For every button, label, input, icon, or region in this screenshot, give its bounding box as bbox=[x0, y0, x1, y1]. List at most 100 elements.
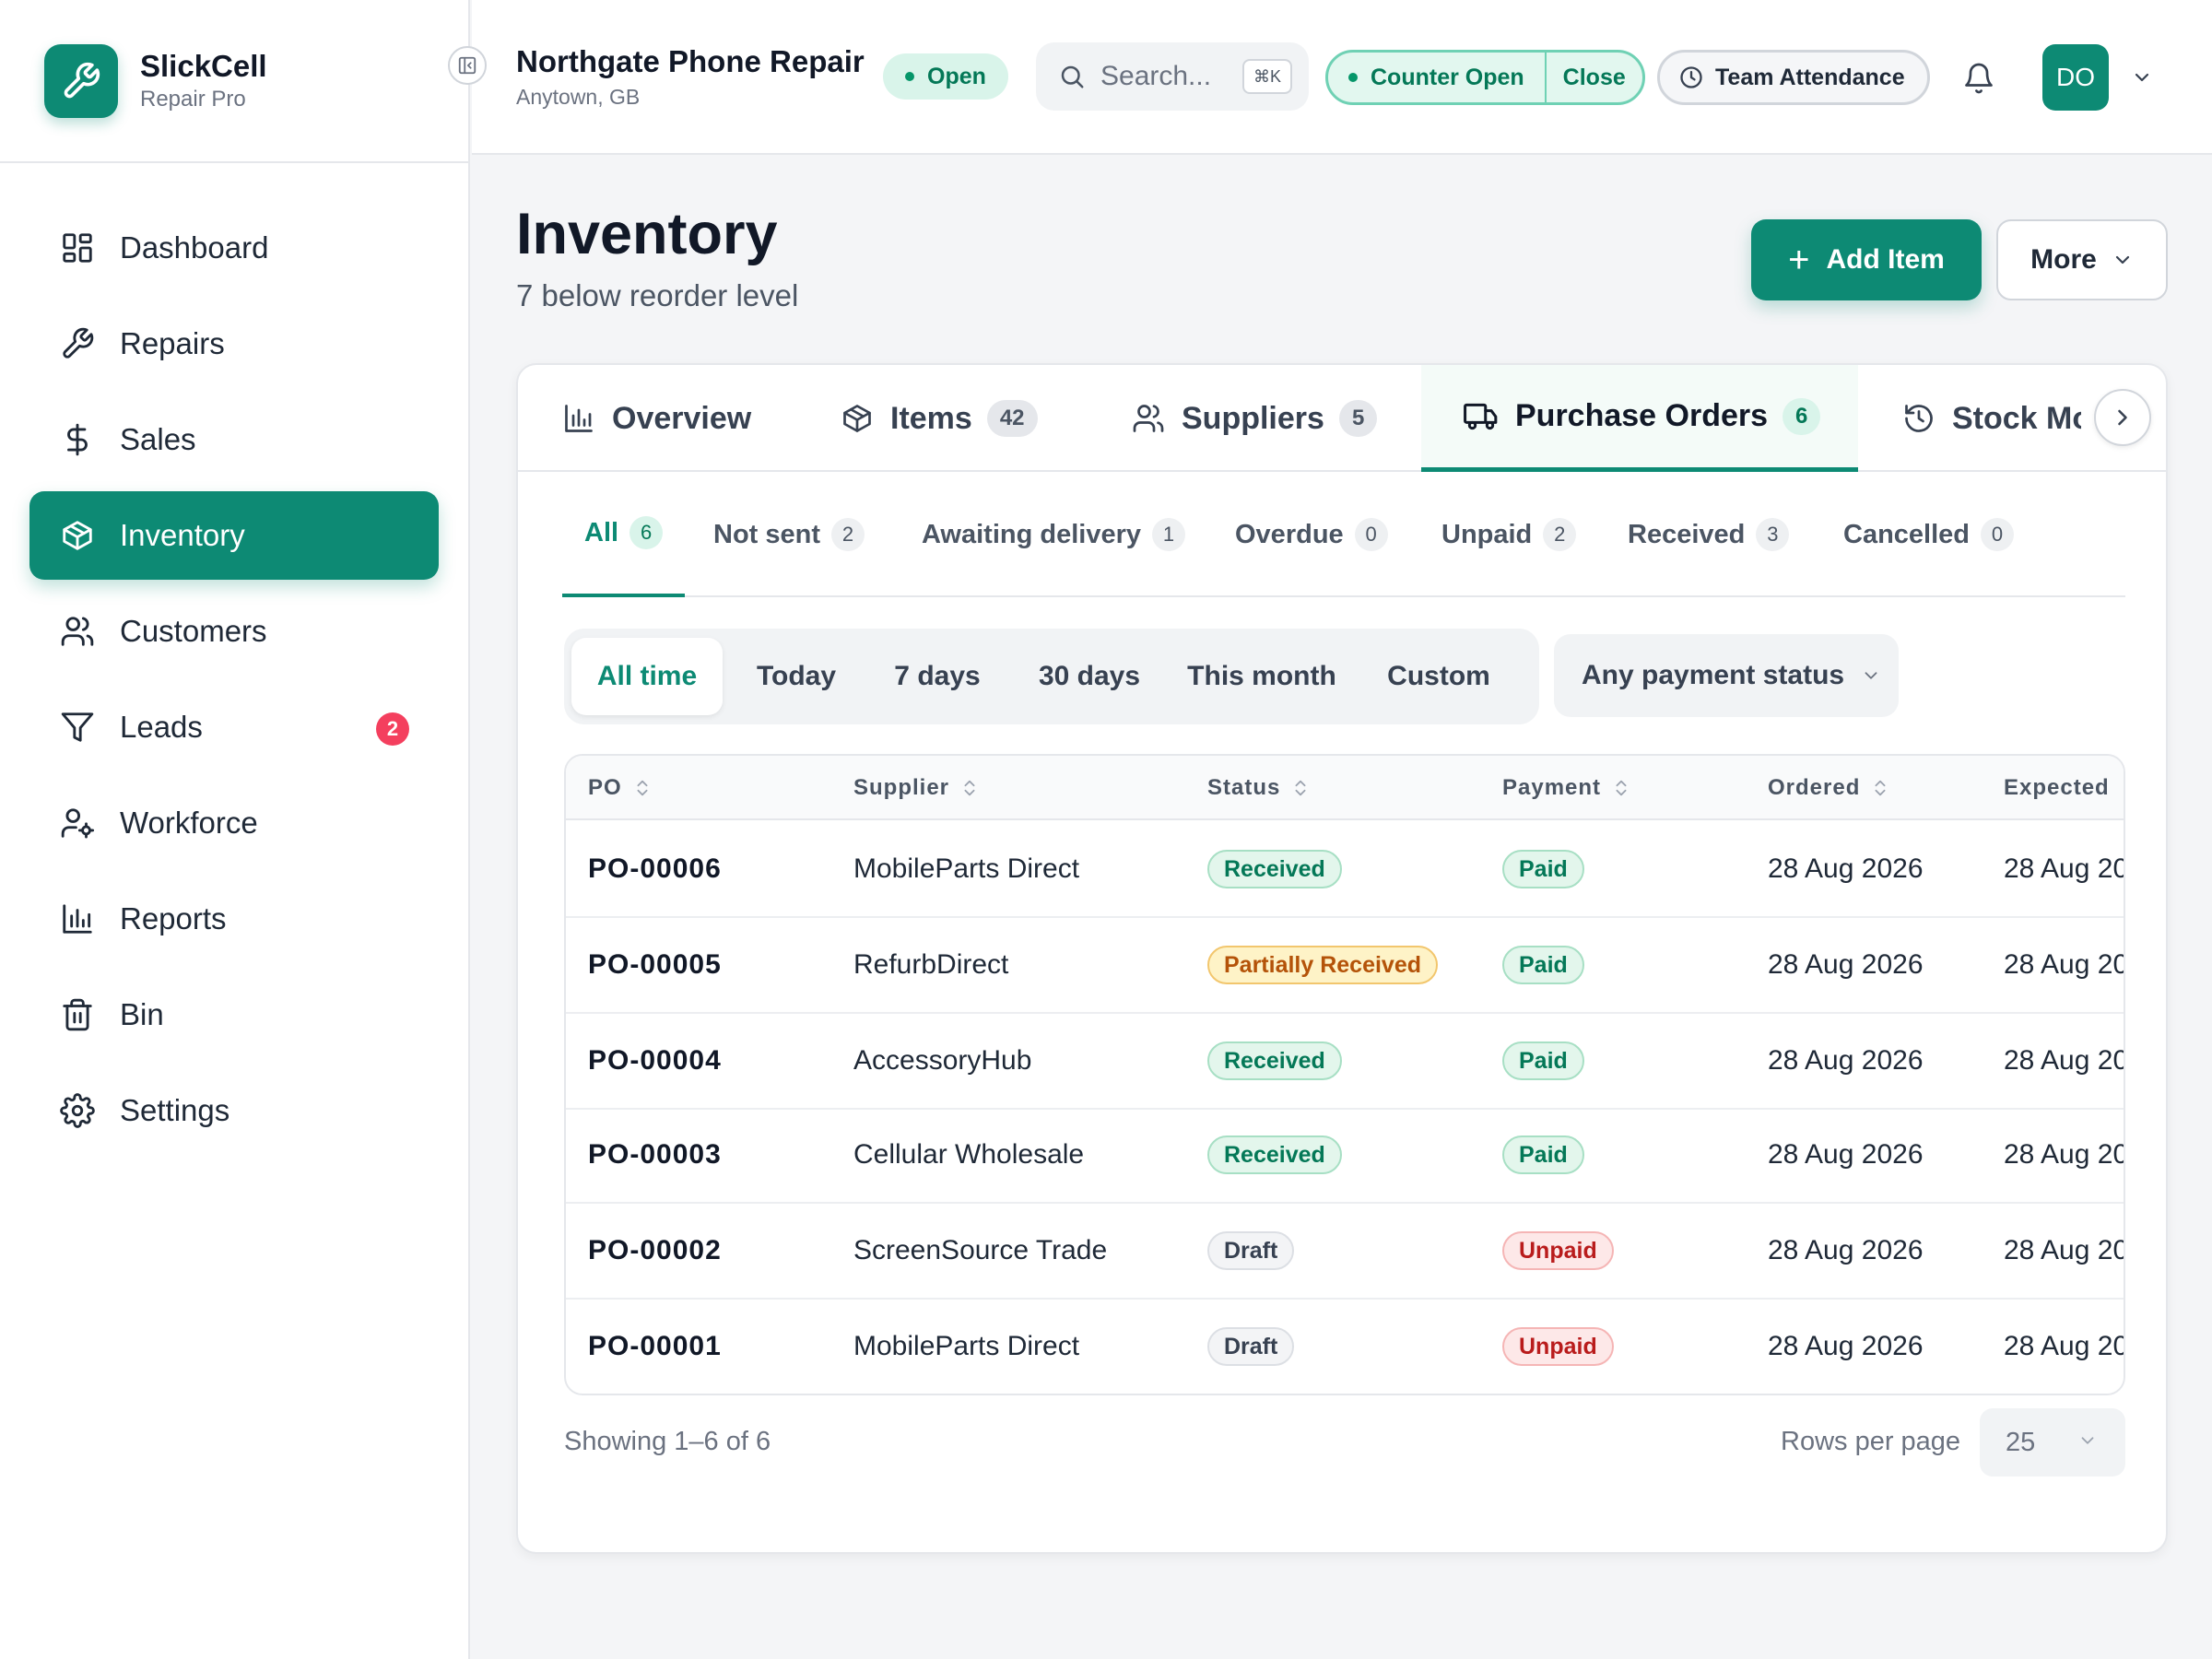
rows-per-page-select[interactable]: 25 bbox=[1980, 1408, 2125, 1477]
status-cell: Received bbox=[1207, 822, 1342, 916]
status-badge: Draft bbox=[1207, 1327, 1295, 1366]
ordered-date: 28 Aug 2026 bbox=[1768, 1045, 1924, 1076]
range-7-days[interactable]: 7 days bbox=[868, 638, 1006, 715]
bar-chart-icon bbox=[562, 402, 595, 435]
table-row[interactable]: PO-00001 MobileParts Direct Draft Unpaid 28 … bbox=[566, 1300, 2125, 1394]
tab-stock-movements[interactable]: Stock Mo bbox=[1902, 365, 2091, 472]
supplier-name: MobileParts Direct bbox=[853, 853, 1080, 884]
subtab-not-sent[interactable]: Not sent 2 bbox=[713, 472, 865, 597]
notifications-button[interactable] bbox=[1956, 55, 2002, 101]
plus-icon: + bbox=[1788, 240, 1810, 280]
column-header-expected[interactable]: Expected bbox=[2004, 756, 2110, 820]
payment-cell: Paid bbox=[1502, 822, 1584, 916]
po-number[interactable]: PO-00004 bbox=[588, 1014, 722, 1108]
purchase-orders-table: PO Supplier Status Payment Ordered Expec… bbox=[564, 754, 2125, 1395]
sort-icon bbox=[1612, 778, 1630, 798]
range-all-time[interactable]: All time bbox=[571, 638, 723, 715]
range-this-month[interactable]: This month bbox=[1172, 638, 1351, 715]
wrench-icon bbox=[59, 325, 96, 362]
po-number[interactable]: PO-00003 bbox=[588, 1108, 722, 1202]
inventory-card: Overview Items 42 Suppliers 5 Purchase O… bbox=[516, 363, 2168, 1554]
po-number[interactable]: PO-00006 bbox=[588, 822, 722, 916]
rows-per-page-value: 25 bbox=[2006, 1427, 2036, 1457]
shop-location: Anytown, GB bbox=[516, 85, 641, 109]
tab-label: Stock Mo bbox=[1952, 400, 2092, 436]
tab-overview[interactable]: Overview bbox=[562, 365, 751, 472]
column-header-supplier[interactable]: Supplier bbox=[853, 756, 979, 820]
counter-status-control: Counter Open Close bbox=[1325, 50, 1645, 105]
search-placeholder: Search... bbox=[1100, 61, 1212, 91]
tab-purchase-orders[interactable]: Purchase Orders 6 bbox=[1421, 365, 1858, 472]
payment-badge: Unpaid bbox=[1502, 1327, 1614, 1366]
column-header-po[interactable]: PO bbox=[588, 756, 652, 820]
status-badge: Received bbox=[1207, 850, 1342, 888]
range-30-days[interactable]: 30 days bbox=[1012, 638, 1167, 715]
subtab-cancelled[interactable]: Cancelled 0 bbox=[1843, 472, 2014, 597]
counter-open-indicator: Counter Open bbox=[1328, 53, 1547, 102]
shop-name: Northgate Phone Repair bbox=[516, 44, 865, 78]
team-attendance-button[interactable]: Team Attendance bbox=[1657, 50, 1930, 105]
subtab-all[interactable]: All 6 bbox=[562, 472, 686, 597]
subtab-unpaid[interactable]: Unpaid 2 bbox=[1441, 472, 1577, 597]
bell-icon bbox=[1962, 62, 1995, 95]
tabs-scroll-right-button[interactable] bbox=[2094, 389, 2151, 446]
sidebar-item-label: Customers bbox=[120, 614, 267, 648]
subtab-count: 6 bbox=[629, 516, 664, 549]
table-row[interactable]: PO-00005 RefurbDirect Partially Received Pa… bbox=[566, 918, 2124, 1014]
subtab-awaiting-delivery[interactable]: Awaiting delivery 1 bbox=[922, 472, 1185, 597]
sidebar-item-settings[interactable]: Settings bbox=[29, 1066, 439, 1155]
sidebar-item-workforce[interactable]: Workforce bbox=[29, 779, 439, 867]
sidebar-item-dashboard[interactable]: Dashboard bbox=[29, 204, 439, 292]
sort-icon bbox=[1871, 778, 1889, 798]
payment-badge: Paid bbox=[1502, 1135, 1584, 1174]
table-row[interactable]: PO-00002 ScreenSource Trade Draft Unpaid 28 … bbox=[566, 1204, 2124, 1300]
column-header-status[interactable]: Status bbox=[1207, 756, 1310, 820]
table-header: PO Supplier Status Payment Ordered Expec… bbox=[566, 756, 2124, 820]
status-badge: Partially Received bbox=[1207, 946, 1439, 984]
sidebar-item-customers[interactable]: Customers bbox=[29, 587, 439, 676]
sidebar-item-leads[interactable]: Leads 2 bbox=[29, 683, 439, 771]
leads-count-badge: 2 bbox=[376, 712, 409, 746]
table-row[interactable]: PO-00006 MobileParts Direct Received Paid 28… bbox=[566, 822, 2124, 918]
sidebar-collapse-button[interactable] bbox=[448, 46, 487, 85]
sidebar-item-reports[interactable]: Reports bbox=[29, 875, 439, 963]
sidebar-item-inventory[interactable]: Inventory bbox=[29, 491, 439, 580]
filter-icon bbox=[59, 709, 96, 746]
search-input[interactable]: Search... ⌘K bbox=[1036, 42, 1309, 111]
po-number[interactable]: PO-00002 bbox=[588, 1204, 722, 1298]
table-row[interactable]: PO-00004 AccessoryHub Received Paid 28 Aug 2… bbox=[566, 1014, 2124, 1110]
more-button[interactable]: More bbox=[1996, 219, 2168, 300]
tab-items[interactable]: Items 42 bbox=[841, 365, 1038, 472]
payment-status-select[interactable]: Any payment status bbox=[1554, 634, 1899, 717]
box-icon bbox=[59, 517, 96, 554]
page-title: Inventory bbox=[516, 202, 778, 266]
counter-status-label: Counter Open bbox=[1371, 64, 1524, 90]
column-header-payment[interactable]: Payment bbox=[1502, 756, 1630, 820]
user-avatar[interactable]: DO bbox=[2042, 44, 2109, 111]
user-menu-toggle[interactable] bbox=[2127, 63, 2157, 92]
po-number[interactable]: PO-00005 bbox=[588, 918, 722, 1012]
counter-close-button[interactable]: Close bbox=[1547, 53, 1642, 102]
add-item-label: Add Item bbox=[1826, 244, 1945, 275]
sidebar-item-bin[interactable]: Bin bbox=[29, 971, 439, 1059]
tab-label: Purchase Orders bbox=[1515, 398, 1769, 433]
top-header: Northgate Phone Repair Anytown, GB Open … bbox=[472, 0, 2212, 155]
tab-suppliers[interactable]: Suppliers 5 bbox=[1132, 365, 1378, 472]
table-row[interactable]: PO-00003 Cellular Wholesale Received Paid 28… bbox=[566, 1108, 2124, 1204]
po-number[interactable]: PO-00001 bbox=[588, 1300, 722, 1394]
range-custom[interactable]: Custom bbox=[1360, 638, 1517, 715]
rows-per-page-label: Rows per page bbox=[1781, 1427, 1961, 1456]
panel-left-icon bbox=[457, 55, 477, 76]
expected-date: 28 Aug 2026 bbox=[2004, 1331, 2125, 1361]
subtab-overdue[interactable]: Overdue 0 bbox=[1235, 472, 1388, 597]
range-today[interactable]: Today bbox=[730, 638, 863, 715]
subtab-received[interactable]: Received 3 bbox=[1628, 472, 1790, 597]
column-header-ordered[interactable]: Ordered bbox=[1768, 756, 1889, 820]
sidebar-item-sales[interactable]: Sales bbox=[29, 395, 439, 484]
search-shortcut-hint: ⌘K bbox=[1241, 59, 1292, 94]
subtab-label: Received bbox=[1628, 519, 1746, 549]
sidebar-nav: Dashboard Repairs Sales Inventory Custom… bbox=[0, 163, 468, 1155]
add-item-button[interactable]: + Add Item bbox=[1751, 219, 1982, 300]
subtab-label: Unpaid bbox=[1441, 519, 1533, 549]
sidebar-item-repairs[interactable]: Repairs bbox=[29, 300, 439, 388]
